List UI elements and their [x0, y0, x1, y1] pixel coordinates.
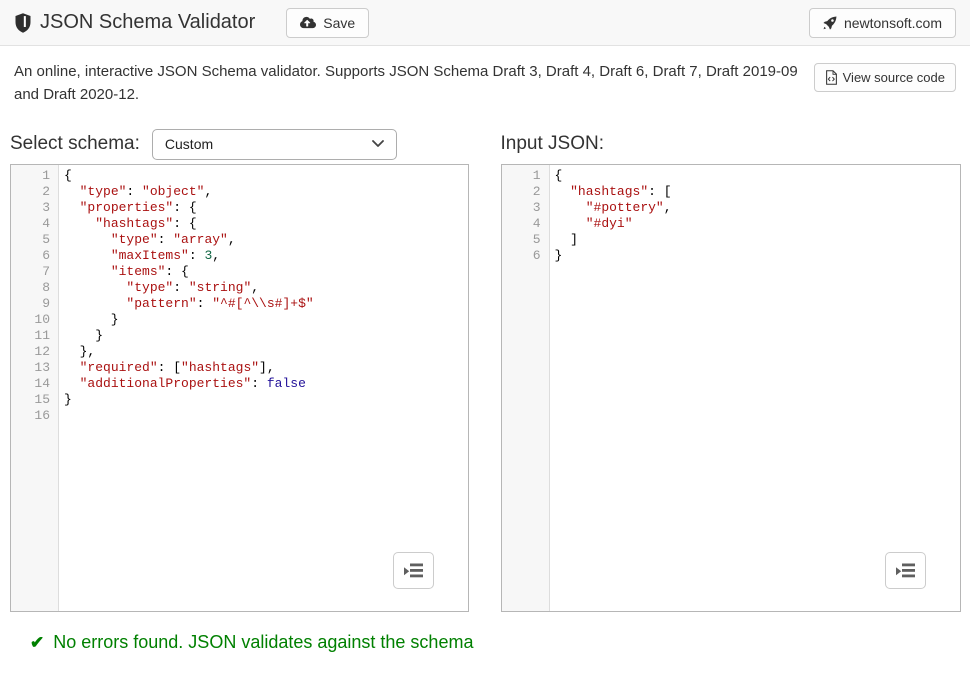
schema-select-dropdown[interactable]: Custom — [152, 129, 397, 160]
schema-editor: 12345678910111213141516 { "type": "objec… — [10, 164, 469, 612]
shield-icon — [14, 12, 32, 34]
save-button-label: Save — [323, 15, 355, 31]
schema-editor-gutter: 12345678910111213141516 — [11, 165, 59, 611]
schema-format-button[interactable] — [393, 552, 434, 589]
json-code-area[interactable]: { "hashtags": [ "#pottery", "#dyi" ]} — [550, 165, 961, 611]
schema-column: Select schema: Custom 123456789101112131… — [10, 127, 469, 612]
json-editor-gutter: 123456 — [502, 165, 550, 611]
json-editor: 123456 { "hashtags": [ "#pottery", "#dyi… — [501, 164, 962, 612]
view-source-label: View source code — [843, 70, 945, 85]
app-brand: JSON Schema Validator — [14, 11, 255, 34]
view-source-button[interactable]: View source code — [814, 63, 956, 92]
page-title: JSON Schema Validator — [40, 11, 255, 34]
navbar: JSON Schema Validator Save newtonsoft.co… — [0, 0, 970, 46]
workspace: Select schema: Custom 123456789101112131… — [0, 127, 970, 612]
newtonsoft-link-label: newtonsoft.com — [844, 15, 942, 31]
app-description: An online, interactive JSON Schema valid… — [14, 61, 814, 106]
intro-section: An online, interactive JSON Schema valid… — [0, 46, 970, 106]
validation-message: No errors found. JSON validates against … — [53, 632, 473, 653]
chevron-down-icon — [372, 140, 384, 148]
input-json-label: Input JSON: — [501, 133, 605, 155]
cloud-upload-icon — [300, 16, 316, 29]
newtonsoft-link-button[interactable]: newtonsoft.com — [809, 8, 956, 38]
json-panel-head: Input JSON: — [501, 127, 962, 161]
schema-select-value: Custom — [165, 136, 213, 152]
schema-code-area[interactable]: { "type": "object", "properties": { "has… — [59, 165, 468, 611]
validation-status: ✔ No errors found. JSON validates agains… — [30, 632, 970, 653]
select-schema-label: Select schema: — [10, 133, 140, 155]
indent-icon — [895, 562, 916, 579]
schema-panel-head: Select schema: Custom — [10, 127, 469, 161]
file-code-icon — [825, 70, 838, 85]
json-format-button[interactable] — [885, 552, 926, 589]
indent-icon — [403, 562, 424, 579]
check-icon: ✔ — [30, 634, 44, 651]
json-column: Input JSON: 123456 { "hashtags": [ "#pot… — [501, 127, 962, 612]
rocket-icon — [823, 16, 837, 30]
save-button[interactable]: Save — [286, 8, 369, 38]
